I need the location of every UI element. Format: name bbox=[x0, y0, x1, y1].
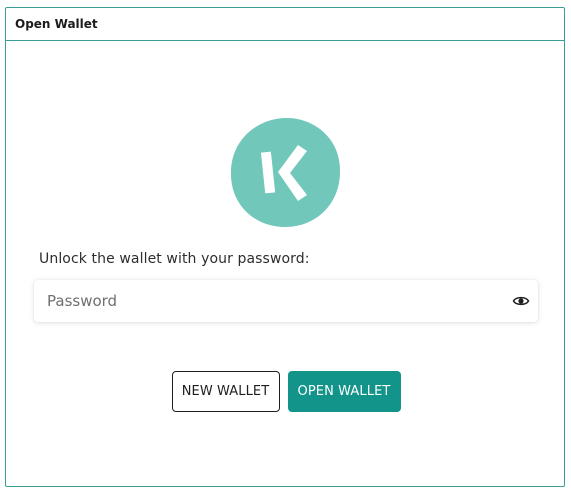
open-wallet-panel: Open Wallet Unlock the wallet with your … bbox=[5, 7, 565, 487]
unlock-prompt: Unlock the wallet with your password: bbox=[39, 251, 310, 267]
eye-icon[interactable] bbox=[512, 292, 530, 310]
password-field bbox=[34, 280, 538, 322]
password-input[interactable] bbox=[34, 280, 504, 322]
new-wallet-button[interactable]: NEW WALLET bbox=[171, 371, 280, 412]
panel-header: Open Wallet bbox=[6, 8, 564, 41]
open-wallet-button[interactable]: OPEN WALLET bbox=[287, 371, 401, 412]
button-row: NEW WALLET OPEN WALLET bbox=[6, 371, 566, 412]
kaspa-logo-icon bbox=[228, 115, 342, 229]
panel-title: Open Wallet bbox=[15, 17, 98, 31]
